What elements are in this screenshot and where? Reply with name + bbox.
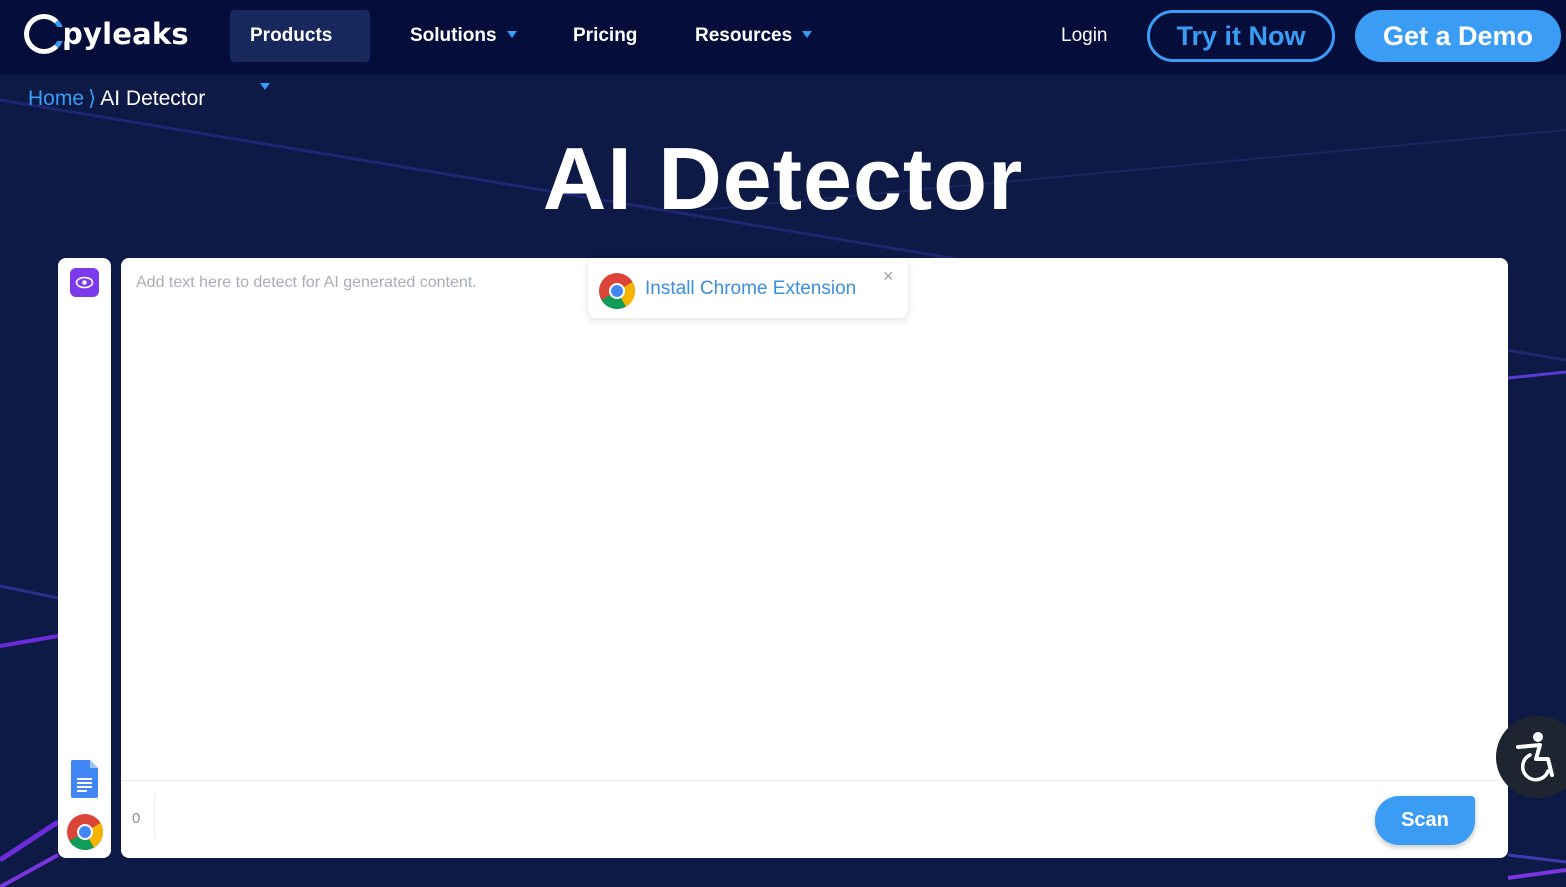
breadcrumb-separator: ⟩ [88,87,97,110]
copyleaks-logo[interactable]: pyleaks [24,12,189,56]
editor-panel: 0 Scan [121,258,1508,858]
chevron-down-icon [506,31,517,39]
page-title: AI Detector [542,129,1024,228]
logo-c-icon [24,14,65,54]
nav-resources[interactable]: Resources [695,10,813,62]
login-link[interactable]: Login [1061,10,1108,62]
breadcrumb: Home ⟩ AI Detector [28,86,205,111]
nav-products[interactable]: Products [230,10,370,91]
google-docs-icon[interactable] [71,760,98,798]
nav-solutions[interactable]: Solutions [410,10,517,62]
eye-icon[interactable] [70,268,99,297]
footer-divider [154,793,155,837]
close-icon[interactable]: × [883,266,894,287]
chrome-icon [599,273,636,310]
chevron-down-icon [802,31,813,39]
nav-products-label: Products [250,25,333,46]
breadcrumb-current: AI Detector [100,87,206,110]
nav-solutions-label: Solutions [410,25,497,46]
get-a-demo-button[interactable]: Get a Demo [1355,10,1561,62]
try-it-now-button[interactable]: Try it Now [1147,10,1335,62]
install-extension-link[interactable]: Install Chrome Extension [645,278,856,300]
top-navigation: pyleaks Products Solutions Pricing Resou… [0,0,1566,91]
chevron-down-icon [260,83,270,91]
text-input[interactable] [121,258,1508,780]
scan-button[interactable]: Scan [1375,796,1475,845]
nav-pricing-label: Pricing [573,25,638,46]
chrome-icon[interactable] [66,813,104,851]
accessibility-icon [1516,732,1554,782]
nav-resources-label: Resources [695,25,793,46]
chrome-extension-popup[interactable]: Install Chrome Extension × [588,258,908,318]
word-count: 0 [132,810,141,827]
editor-footer: 0 Scan [121,780,1508,858]
eye-icon-glyph [75,276,94,289]
nav-pricing[interactable]: Pricing [573,10,637,62]
breadcrumb-home[interactable]: Home [28,87,84,110]
tool-strip [58,258,111,858]
logo-text: pyleaks [62,17,189,51]
